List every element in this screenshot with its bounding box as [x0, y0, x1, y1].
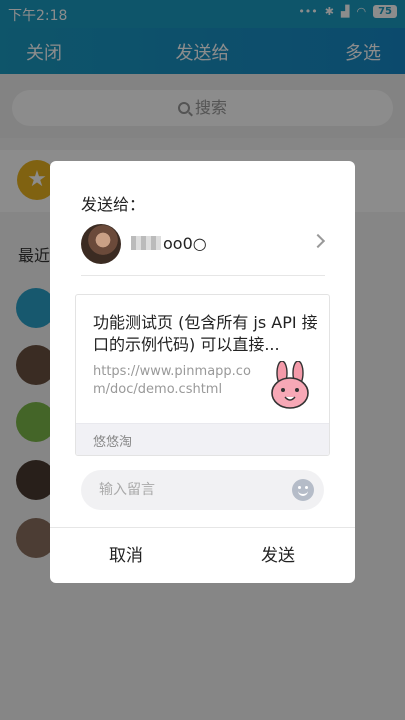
cancel-button[interactable]: 取消: [50, 528, 202, 583]
shared-link-card: 功能测试页 (包含所有 js API 接口的示例代码) 可以直接... http…: [75, 294, 330, 456]
dialog-actions: 取消 发送: [50, 527, 355, 583]
avatar: [81, 224, 121, 264]
recipient-row[interactable]: oo0○: [81, 224, 326, 276]
chevron-right-icon: [310, 233, 326, 249]
share-dialog: 发送给： oo0○ 功能测试页 (包含所有 js API 接口的示例代码) 可以…: [50, 161, 355, 583]
card-url: https://www.pinmapp.com/doc/demo.cshtml: [93, 364, 251, 397]
message-input[interactable]: [99, 470, 279, 510]
card-title: 功能测试页 (包含所有 js API 接口的示例代码) 可以直接...: [93, 313, 318, 354]
dialog-title: 发送给：: [81, 195, 146, 214]
message-field[interactable]: [81, 470, 324, 510]
send-button[interactable]: 发送: [202, 528, 354, 583]
rabbit-icon: [271, 361, 309, 409]
recipient-name-text: oo0○: [163, 234, 207, 253]
emoji-icon[interactable]: [292, 479, 314, 501]
recipient-name: oo0○: [131, 234, 207, 253]
blurred-name-part: [131, 236, 161, 250]
card-source: 悠悠淘: [76, 423, 329, 455]
